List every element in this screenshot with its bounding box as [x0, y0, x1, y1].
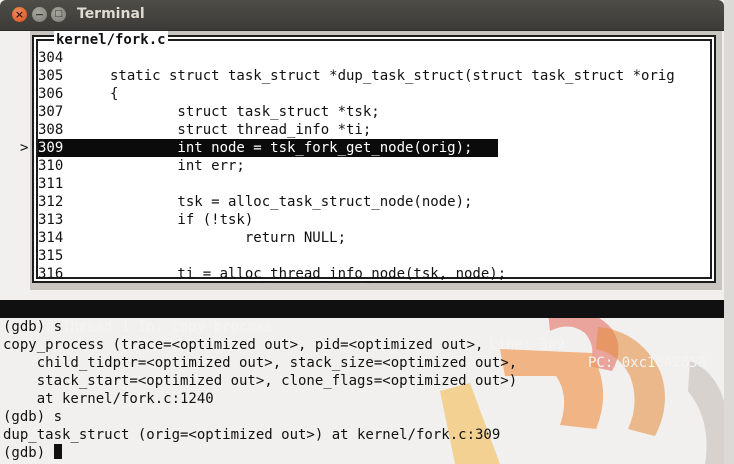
- source-line: 315: [38, 247, 714, 265]
- source-code: if (!tsk): [110, 212, 254, 228]
- maximize-icon[interactable]: □: [51, 7, 66, 22]
- gdb-console[interactable]: (gdb) s copy_process (trace=<optimized o…: [3, 318, 723, 462]
- line-number: 306: [38, 86, 64, 102]
- close-icon[interactable]: ×: [12, 7, 27, 22]
- console-line: (gdb) s: [3, 409, 63, 425]
- console-line: copy_process (trace=<optimized out>, pid…: [3, 337, 484, 353]
- gdb-prompt: (gdb): [3, 445, 54, 461]
- line-number: 314: [38, 230, 64, 246]
- window-title: Terminal: [77, 6, 145, 22]
- source-line: 307 struct task_struct *tsk;: [38, 103, 714, 121]
- line-number: 311: [38, 176, 64, 192]
- console-line: child_tidptr=<optimized out>, stack_size…: [3, 355, 518, 371]
- line-number: 308: [38, 122, 64, 138]
- title-bar: × − □ Terminal: [0, 0, 724, 31]
- source-code: {: [110, 86, 119, 102]
- console-line: dup_task_struct (orig=<optimized out>) a…: [3, 427, 501, 443]
- line-number: 309: [38, 140, 64, 156]
- window-edge: [724, 0, 734, 464]
- source-line: 316 ti = alloc_thread_info_node(tsk, nod…: [38, 265, 714, 283]
- source-code: int err;: [110, 158, 245, 174]
- line-number: 310: [38, 158, 64, 174]
- source-line: 314 return NULL;: [38, 229, 714, 247]
- source-code: int node = tsk_fork_get_node(orig);: [110, 140, 473, 156]
- source-code: ti = alloc_thread_info_node(tsk, node);: [110, 266, 507, 282]
- line-number: 305: [38, 68, 64, 84]
- terminal-area[interactable]: kernel/fork.c > 304 305 static struct task…: [0, 31, 724, 464]
- text-cursor: [53, 444, 62, 459]
- gdb-prompt-line[interactable]: (gdb): [3, 444, 723, 462]
- line-number: 315: [38, 248, 64, 264]
- source-line: 313 if (!tsk): [38, 211, 714, 229]
- source-code: tsk = alloc_task_struct_node(node);: [110, 194, 473, 210]
- source-line: 311: [38, 175, 714, 193]
- line-number: 307: [38, 104, 64, 120]
- line-number: 313: [38, 212, 64, 228]
- source-filename: kernel/fork.c: [54, 31, 168, 49]
- source-line: 310 int err;: [38, 157, 714, 175]
- source-line: 305 static struct task_struct *dup_task_s…: [38, 67, 714, 85]
- source-line-current: 309 int node = tsk_fork_get_node(orig);: [38, 139, 498, 157]
- minimize-icon[interactable]: −: [32, 7, 47, 22]
- source-code: static struct task_struct *dup_task_stru…: [110, 68, 675, 84]
- line-number: 312: [38, 194, 64, 210]
- source-line: 304: [38, 49, 714, 67]
- line-number: 316: [38, 266, 64, 282]
- source-line: 308 struct thread_info *ti;: [38, 121, 714, 139]
- line-number: 304: [38, 50, 64, 66]
- source-line: 312 tsk = alloc_task_struct_node(node);: [38, 193, 714, 211]
- source-code: struct thread_info *ti;: [110, 122, 372, 138]
- status-bar: remote Thread 1 In: copy_process Line: 3…: [0, 300, 724, 371]
- console-line: (gdb) s: [3, 319, 63, 335]
- source-code: struct task_struct *tsk;: [110, 104, 380, 120]
- source-code: return NULL;: [110, 230, 347, 246]
- console-line: at kernel/fork.c:1240: [3, 391, 214, 407]
- current-line-marker: >: [20, 140, 29, 156]
- console-line: stack_start=<optimized out>, clone_flags…: [3, 373, 518, 389]
- source-line: 306 {: [38, 85, 714, 103]
